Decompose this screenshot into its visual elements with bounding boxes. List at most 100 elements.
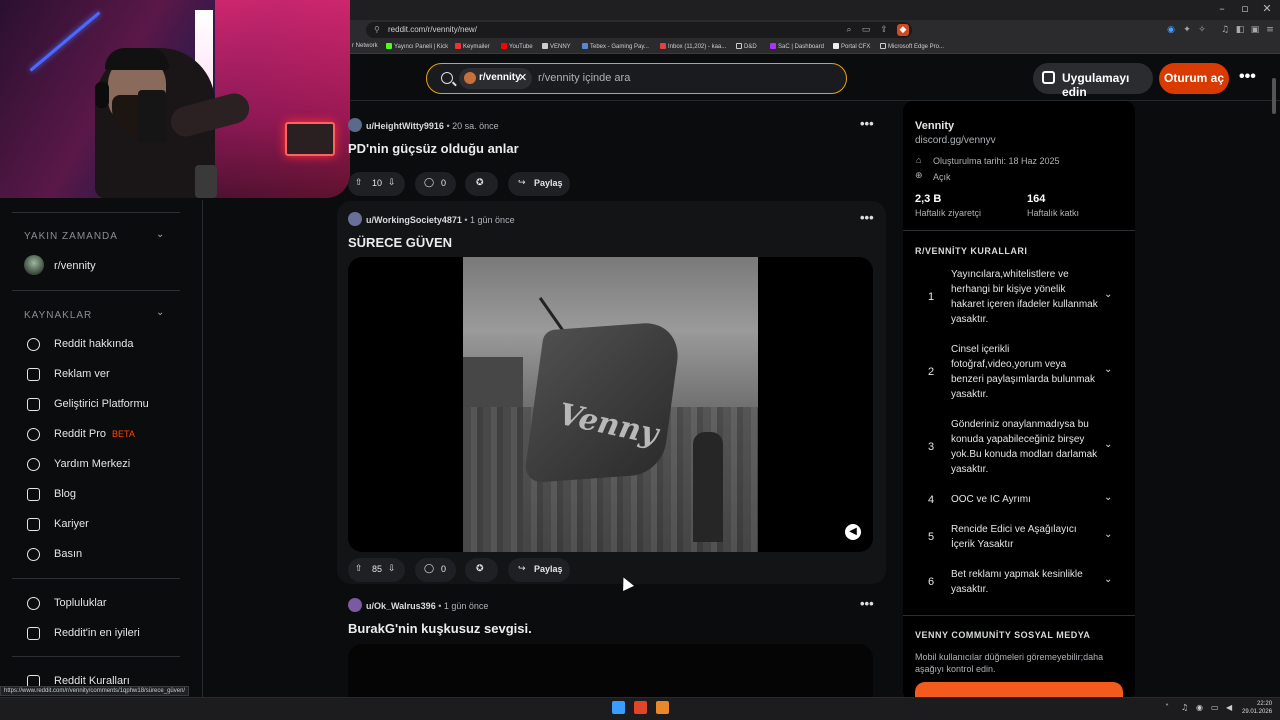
post-author[interactable]: u/WorkingSociety4871 (366, 215, 462, 225)
rule-text[interactable]: Cinsel içerikli fotoğraf,video,yorum vey… (951, 342, 1101, 402)
tray-chevron-icon[interactable]: ˄ (1165, 703, 1169, 712)
chevron-down-icon[interactable]: ⌄ (1104, 439, 1112, 450)
comments-button[interactable]: ◯ 0 (415, 558, 456, 582)
post-author[interactable]: u/Ok_Walrus396 (366, 601, 436, 611)
volume-icon[interactable]: ◀ (1226, 703, 1232, 712)
user-avatar[interactable] (348, 212, 362, 226)
sidebar-item-careers[interactable]: Kariyer (24, 514, 194, 536)
sidebar-item-communities[interactable]: Topluluklar (24, 593, 194, 615)
sidebar-item-best-of[interactable]: Reddit'in en iyileri (24, 623, 194, 645)
recent-subreddit-link[interactable]: r/vennity (24, 256, 194, 278)
shield-icon[interactable]: ◆ (897, 24, 909, 36)
extension-icon[interactable]: ✦ (1181, 24, 1193, 36)
chevron-down-icon[interactable]: ⌄ (156, 229, 164, 240)
chevron-down-icon[interactable]: ⌄ (1104, 492, 1112, 503)
community-link[interactable]: discord.gg/vennyv (915, 135, 996, 146)
bookmark[interactable]: Keymailer (455, 43, 490, 50)
sidebar-item-help[interactable]: Yardım Merkezi (24, 454, 194, 476)
recent-section-title[interactable]: YAKIN ZAMANDA (24, 231, 118, 242)
bookmark[interactable]: r Network (352, 43, 378, 49)
post-options-icon[interactable]: ••• (860, 116, 874, 131)
divider (903, 230, 1135, 231)
bookmark[interactable]: Yayıncı Paneli | Kick (386, 43, 448, 50)
get-app-button[interactable]: Uygulamayı edin (1033, 63, 1153, 99)
rule-text[interactable]: Yayıncılara,whitelistlere ve herhangi bi… (951, 267, 1101, 327)
post-title[interactable]: SÜRECE GÜVEN (348, 235, 452, 250)
downvote-icon[interactable]: ⇩ (388, 178, 396, 188)
bookmark[interactable]: VENNY (542, 43, 571, 50)
globe-icon: ⊕ (915, 171, 923, 181)
post-options-icon[interactable]: ••• (860, 210, 874, 225)
sidebar-icon[interactable]: ◧ (1234, 24, 1246, 36)
bookmark[interactable]: Tebex - Gaming Pay... (582, 43, 649, 50)
chevron-down-icon[interactable]: ⌄ (1104, 364, 1112, 375)
bookmark[interactable]: D&D (736, 43, 757, 50)
vote-button[interactable]: ⇧ 10 ⇩ (348, 172, 405, 196)
share-button[interactable]: ↪ Paylaş (508, 558, 570, 582)
minimize-icon[interactable]: – (1211, 2, 1233, 15)
user-avatar[interactable] (348, 598, 362, 612)
vote-button[interactable]: ⇧ 85 ⇩ (348, 558, 405, 582)
award-button[interactable]: ✪ (465, 558, 498, 582)
maximize-icon[interactable]: ▫ (1234, 2, 1256, 15)
chevron-down-icon[interactable]: ⌄ (1104, 289, 1112, 300)
post-title[interactable]: BurakG'nin kuşkusuz sevgisi. (348, 621, 532, 636)
sidebar-item-blog[interactable]: Blog (24, 484, 194, 506)
login-button[interactable]: Oturum aç (1159, 63, 1229, 94)
bookmark[interactable]: YouTube (501, 43, 533, 50)
sidebar-item-about[interactable]: Reddit hakkında (24, 334, 194, 356)
bookmark[interactable]: Microsoft Edge Pro... (880, 43, 944, 50)
address-bar[interactable]: ⚲ reddit.com/r/vennity/new/ (366, 22, 912, 38)
chevron-down-icon[interactable]: ⌄ (1104, 529, 1112, 540)
wallet-icon[interactable]: ▣ (1249, 24, 1261, 36)
system-clock[interactable]: 22:20 29.01.2026 (1242, 700, 1272, 716)
more-options-icon[interactable]: ••• (1239, 68, 1256, 86)
clear-chip-icon[interactable]: ✕ (518, 71, 527, 84)
network-icon[interactable]: ▭ (1211, 703, 1219, 712)
app-icon[interactable] (656, 701, 669, 714)
sidebar-item-reddit-pro[interactable]: Reddit Pro BETA (24, 424, 194, 446)
post-author[interactable]: u/HeightWitty9916 (366, 121, 444, 131)
upvote-icon[interactable]: ⇧ (355, 178, 363, 188)
volume-icon[interactable]: ◀ (845, 524, 861, 540)
search-placeholder[interactable]: r/vennity içinde ara (538, 72, 630, 84)
share-icon[interactable]: ⇪ (878, 24, 890, 36)
bookmark[interactable]: Inbox (11,202) - kaa... (660, 43, 726, 50)
reader-icon[interactable]: ▭ (860, 24, 872, 36)
cam-mic (195, 165, 217, 198)
windows-start-icon[interactable] (612, 701, 625, 714)
brave-browser-icon[interactable] (634, 701, 647, 714)
sidebar-item-press[interactable]: Basın (24, 544, 194, 566)
sidebar-item-advertise[interactable]: Reklam ver (24, 364, 194, 386)
scrollbar[interactable] (1272, 78, 1276, 114)
speaker-icon[interactable]: ◉ (1165, 24, 1177, 36)
downvote-icon[interactable]: ⇩ (388, 564, 396, 574)
resources-section-title[interactable]: KAYNAKLAR (24, 310, 92, 321)
rule-text[interactable]: Rencide Edici ve Aşağılayıcı İçerik Yasa… (951, 522, 1101, 552)
menu-icon[interactable]: ≡ (1264, 24, 1276, 36)
mic-icon[interactable]: ◉ (1196, 703, 1203, 712)
chevron-down-icon[interactable]: ⌄ (1104, 574, 1112, 585)
headset-icon[interactable]: ♫ (1181, 703, 1188, 712)
award-button[interactable]: ✪ (465, 172, 498, 196)
chevron-down-icon[interactable]: ⌄ (156, 307, 164, 318)
music-icon[interactable]: ♫ (1219, 24, 1231, 36)
comments-button[interactable]: ◯ 0 (415, 172, 456, 196)
close-icon[interactable]: ✕ (1256, 2, 1278, 15)
rule-text[interactable]: Gönderiniz onaylanmadıysa bu konuda yapa… (951, 417, 1101, 477)
rule-text[interactable]: OOC ve IC Ayrımı (951, 492, 1101, 507)
sidebar-item-developer[interactable]: Geliştirici Platformu (24, 394, 194, 416)
subreddit-chip[interactable]: r/vennity ✕ (459, 68, 532, 89)
extension-icon[interactable]: ✧ (1196, 24, 1208, 36)
bookmark[interactable]: Portal CFX (833, 43, 870, 50)
zoom-icon[interactable]: ⌕ (843, 24, 855, 36)
share-button[interactable]: ↪ Paylaş (508, 172, 570, 196)
post-video[interactable] (348, 644, 873, 704)
rule-text[interactable]: Bet reklamı yapmak kesinlikle yasaktır. (951, 567, 1101, 597)
bookmark[interactable]: SaC | Dashboard (770, 43, 824, 50)
user-avatar[interactable] (348, 118, 362, 132)
post-title[interactable]: PD'nin güçsüz olduğu anlar (348, 141, 519, 156)
post-options-icon[interactable]: ••• (860, 596, 874, 611)
post-image[interactable]: Venny ◀ (348, 257, 873, 552)
upvote-icon[interactable]: ⇧ (355, 564, 363, 574)
